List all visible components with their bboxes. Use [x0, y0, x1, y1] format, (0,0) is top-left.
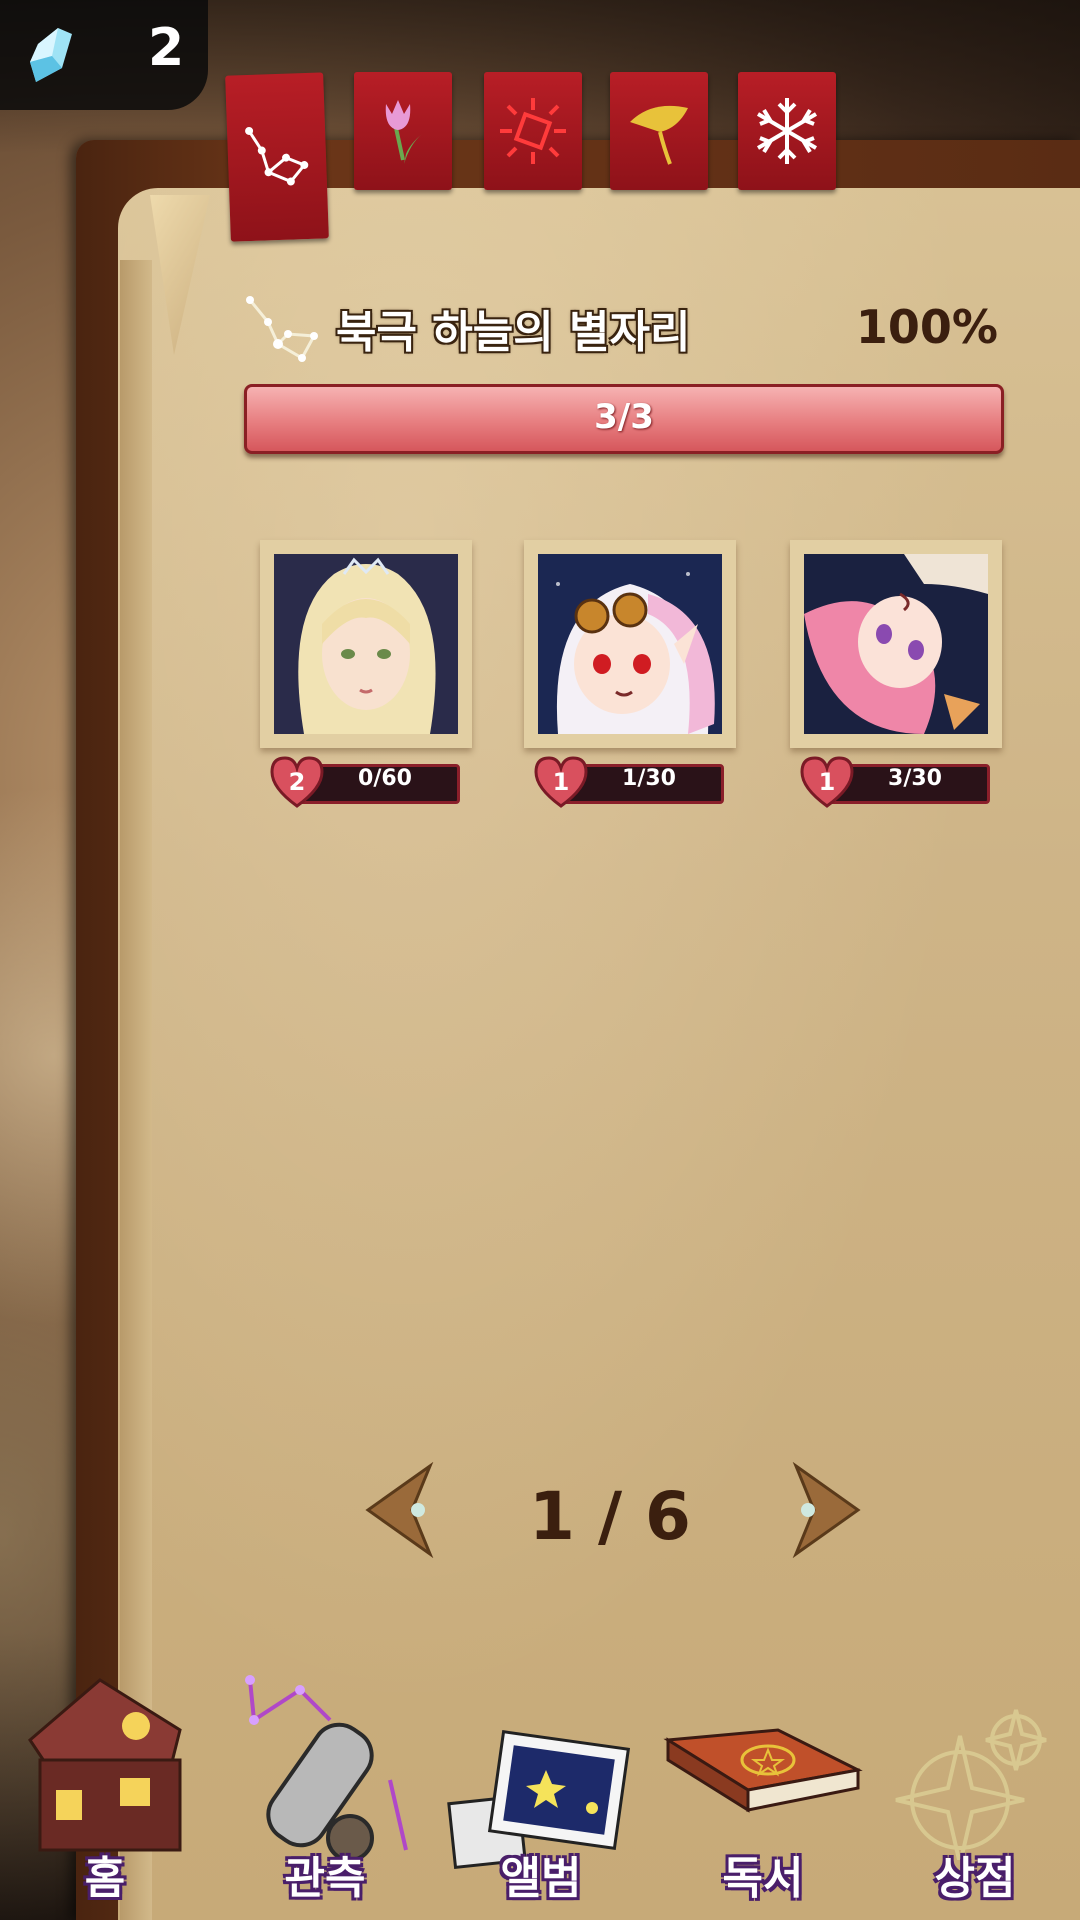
- affinity-level: 2: [288, 768, 306, 796]
- house-icon: [28, 1678, 182, 1852]
- snowflake-icon: [756, 98, 818, 164]
- telescope-icon: [245, 1675, 408, 1862]
- currency-counter[interactable]: 2: [0, 0, 208, 110]
- ginkgo-leaf-icon: [630, 105, 688, 165]
- affinity-stat: 1/30 1: [532, 756, 724, 808]
- tab-sun[interactable]: [484, 72, 582, 190]
- affinity-level: 1: [552, 768, 570, 796]
- affinity-progress: 1/30: [622, 766, 676, 791]
- completion-progress-bar: 3/3: [244, 384, 1004, 454]
- progress-label: 3/3: [594, 397, 654, 437]
- tulip-icon: [385, 100, 422, 164]
- affinity-level: 1: [818, 768, 836, 796]
- nav-observe-label: 관측: [284, 1853, 366, 1904]
- affinity-progress: 0/60: [358, 766, 412, 791]
- sun-icon: [500, 98, 566, 164]
- nav-shop-label: 상점: [934, 1853, 1016, 1904]
- nav-album[interactable]: 앨범: [446, 1660, 636, 1920]
- blonde-princess-portrait: [274, 554, 458, 734]
- crystal-gem-icon: [30, 28, 72, 82]
- completion-percent: 100%: [855, 300, 998, 354]
- pink-hair-girl-portrait: [804, 554, 988, 734]
- nav-reading[interactable]: 독서: [658, 1660, 868, 1920]
- constellation-icon: [245, 126, 309, 186]
- page-title: 북극 하늘의 별자리: [336, 307, 691, 358]
- character-card[interactable]: [524, 540, 736, 748]
- white-hair-goggles-girl-portrait: [538, 554, 722, 734]
- tab-snowflake[interactable]: [738, 72, 836, 190]
- character-card[interactable]: [790, 540, 1002, 748]
- tab-constellation[interactable]: [225, 72, 329, 242]
- spell-book-icon: [663, 1728, 863, 1813]
- tab-ginkgo[interactable]: [610, 72, 708, 190]
- nav-home[interactable]: 홈: [10, 1660, 200, 1920]
- page-indicator: 1 / 6: [529, 1478, 691, 1555]
- prev-page-button[interactable]: [360, 1462, 440, 1558]
- bottom-navigation: 홈 관측 앨범 독서 상점: [0, 1660, 1080, 1920]
- compass-star-icon: [895, 1709, 1047, 1860]
- photo-album-icon: [447, 1730, 631, 1870]
- tab-tulip[interactable]: [354, 72, 452, 190]
- affinity-stat: 0/60 2: [268, 756, 460, 808]
- currency-value: 2: [148, 18, 185, 78]
- nav-home-label: 홈: [84, 1853, 126, 1904]
- next-page-button[interactable]: [786, 1462, 866, 1558]
- affinity-progress: 3/30: [888, 766, 942, 791]
- nav-album-label: 앨범: [500, 1853, 582, 1904]
- nav-reading-label: 독서: [722, 1853, 804, 1904]
- nav-shop[interactable]: 상점: [880, 1660, 1070, 1920]
- affinity-stat: 3/30 1: [798, 756, 990, 808]
- constellation-icon: [246, 296, 318, 362]
- character-card[interactable]: [260, 540, 472, 748]
- nav-observe[interactable]: 관측: [230, 1660, 420, 1920]
